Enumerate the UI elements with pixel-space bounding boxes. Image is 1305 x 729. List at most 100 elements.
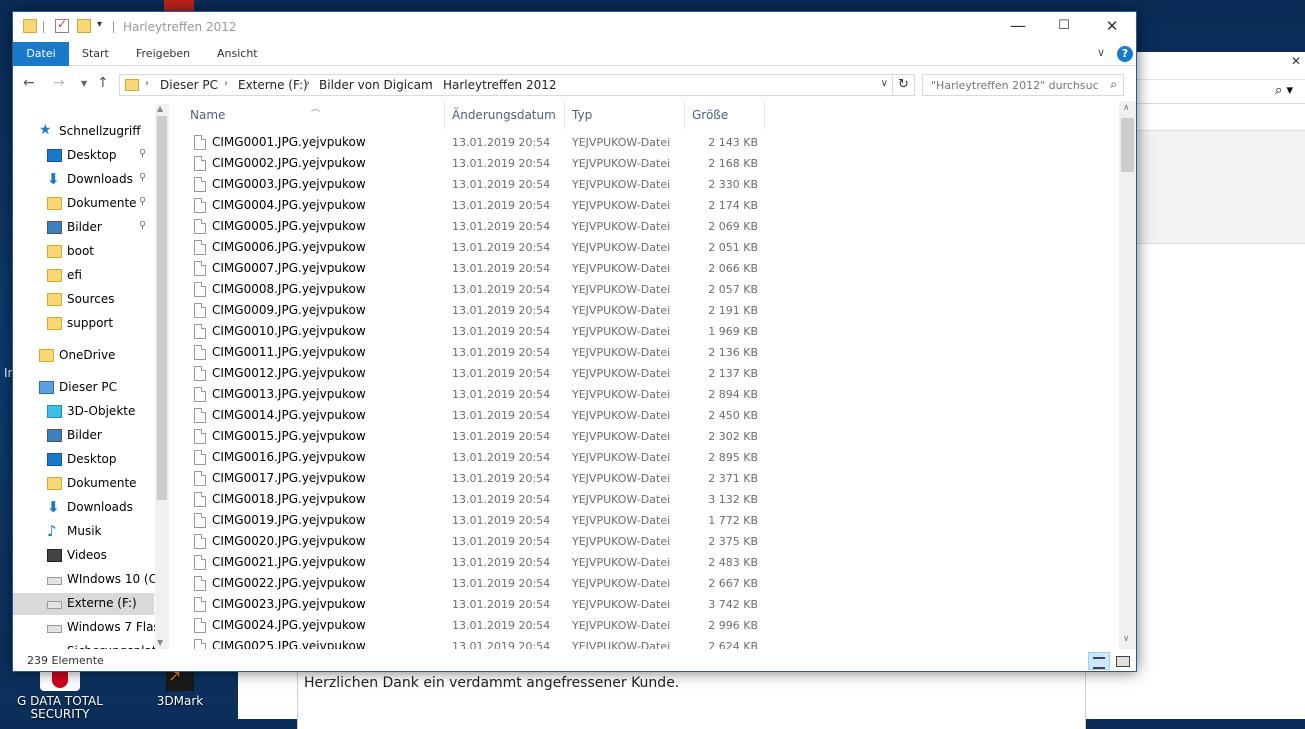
chevron-right-icon[interactable]: ›	[224, 78, 228, 89]
table-row[interactable]: CIMG0019.JPG.yejvpukow 13.01.2019 20:54 YE…	[183, 510, 783, 531]
quick-access-dropdown-icon[interactable]: ▾	[97, 19, 102, 30]
chevron-right-icon[interactable]: ›	[145, 78, 149, 89]
file-name: CIMG0020.JPG.yejvpukow	[212, 534, 366, 548]
close-button[interactable]: ✕	[1089, 12, 1135, 42]
sidebar-item[interactable]: Desktop ⚲	[13, 145, 154, 167]
close-icon[interactable]: ✕	[1291, 54, 1301, 68]
recent-locations-chevron-icon[interactable]: ▼	[81, 79, 87, 88]
search-icon[interactable]: ⌕ ▾	[1275, 83, 1293, 98]
column-header-name[interactable]: Name	[183, 101, 445, 129]
table-row[interactable]: CIMG0022.JPG.yejvpukow 13.01.2019 20:54 YE…	[183, 573, 783, 594]
sidebar-item[interactable]: Videos	[13, 545, 154, 567]
table-row[interactable]: CIMG0010.JPG.yejvpukow 13.01.2019 20:54 YE…	[183, 321, 783, 342]
table-row[interactable]: CIMG0023.JPG.yejvpukow 13.01.2019 20:54 YE…	[183, 594, 783, 615]
scroll-down-icon[interactable]: ∨	[1123, 634, 1130, 644]
column-header-size[interactable]: Größe	[685, 101, 765, 129]
table-row[interactable]: CIMG0009.JPG.yejvpukow 13.01.2019 20:54 YE…	[183, 300, 783, 321]
table-row[interactable]: CIMG0014.JPG.yejvpukow 13.01.2019 20:54 YE…	[183, 405, 783, 426]
search-box[interactable]: ⌕	[922, 74, 1124, 96]
breadcrumb-harleytreffen[interactable]: Harleytreffen 2012	[443, 78, 557, 92]
sidebar-item[interactable]: Dokumente ⚲	[13, 193, 154, 215]
properties-check-icon[interactable]	[55, 17, 69, 33]
help-icon[interactable]: ?	[1117, 46, 1133, 62]
sidebar-item[interactable]: OneDrive	[13, 345, 154, 367]
sidebar-item[interactable]: ⬇ Downloads	[13, 497, 154, 519]
table-row[interactable]: CIMG0007.JPG.yejvpukow 13.01.2019 20:54 YE…	[183, 258, 783, 279]
table-row[interactable]: CIMG0003.JPG.yejvpukow 13.01.2019 20:54 YE…	[183, 174, 783, 195]
table-row[interactable]: CIMG0008.JPG.yejvpukow 13.01.2019 20:54 YE…	[183, 279, 783, 300]
file-list-scrollbar[interactable]	[1119, 101, 1136, 649]
file-date: 13.01.2019 20:54	[452, 325, 551, 338]
breadcrumb-dieser-pc[interactable]: Dieser PC	[160, 78, 218, 92]
table-row[interactable]: CIMG0001.JPG.yejvpukow 13.01.2019 20:54 YE…	[183, 132, 783, 153]
table-row[interactable]: CIMG0004.JPG.yejvpukow 13.01.2019 20:54 YE…	[183, 195, 783, 216]
table-row[interactable]: CIMG0012.JPG.yejvpukow 13.01.2019 20:54 YE…	[183, 363, 783, 384]
table-row[interactable]: CIMG0018.JPG.yejvpukow 13.01.2019 20:54 YE…	[183, 489, 783, 510]
table-row[interactable]: CIMG0011.JPG.yejvpukow 13.01.2019 20:54 YE…	[183, 342, 783, 363]
sidebar-item[interactable]: ⬇ Downloads ⚲	[13, 169, 154, 191]
table-row[interactable]: CIMG0013.JPG.yejvpukow 13.01.2019 20:54 YE…	[183, 384, 783, 405]
sidebar-item[interactable]: Bilder	[13, 425, 154, 447]
desktop-icon-gdata[interactable]: G DATA TOTAL SECURITY	[10, 665, 110, 721]
chevron-down-icon[interactable]: ∨	[881, 78, 888, 89]
maximize-button[interactable]: ☐	[1041, 12, 1087, 42]
table-row[interactable]: CIMG0006.JPG.yejvpukow 13.01.2019 20:54 YE…	[183, 237, 783, 258]
search-input[interactable]	[929, 76, 1101, 94]
sidebar-item[interactable]: Sicherungsplatte	[13, 641, 169, 649]
sidebar-item[interactable]: ♪ Musik	[13, 521, 154, 543]
scroll-up-icon[interactable]: ∧	[1123, 103, 1130, 113]
background-window-searchbar[interactable]: ⌕ ▾	[1136, 80, 1305, 104]
sidebar-item[interactable]: boot	[13, 241, 154, 263]
up-arrow-icon[interactable]: ↑	[97, 75, 109, 91]
sidebar-item[interactable]: Sources	[13, 289, 154, 311]
new-folder-icon[interactable]	[77, 19, 91, 33]
tab-freigeben[interactable]: Freigeben	[124, 42, 202, 66]
sidebar-item-label: Dieser PC	[59, 380, 117, 394]
table-row[interactable]: CIMG0002.JPG.yejvpukow 13.01.2019 20:54 YE…	[183, 153, 783, 174]
sidebar-item[interactable]: 3D-Objekte	[13, 401, 154, 423]
file-size: 2 051 KB	[708, 241, 758, 254]
sidebar-item[interactable]: Windows 7 Flash	[13, 617, 167, 639]
forward-arrow-icon[interactable]: →	[53, 75, 65, 91]
column-header-type[interactable]: Typ	[565, 101, 685, 129]
search-icon[interactable]: ⌕	[1110, 77, 1117, 92]
breadcrumb-bilder-von-digicam[interactable]: Bilder von Digicam	[319, 78, 433, 92]
column-header-date[interactable]: Änderungsdatum	[445, 101, 565, 129]
sidebar-item[interactable]: Externe (F:)	[13, 593, 154, 615]
sidebar-item[interactable]: ★ Schnellzugriff	[13, 121, 154, 143]
chevron-right-icon[interactable]: ›	[429, 78, 433, 89]
sidebar-item[interactable]: Desktop	[13, 449, 154, 471]
navigation-pane-scroll-thumb[interactable]	[157, 116, 167, 500]
minimize-button[interactable]: —	[995, 12, 1041, 42]
scroll-down-icon[interactable]: ▼	[157, 638, 163, 647]
table-row[interactable]: CIMG0020.JPG.yejvpukow 13.01.2019 20:54 YE…	[183, 531, 783, 552]
sidebar-item[interactable]: efi	[13, 265, 154, 287]
table-row[interactable]: CIMG0025.JPG.yejvpukow 13.01.2019 20:54 YE…	[183, 636, 783, 649]
tab-start[interactable]: Start	[70, 42, 121, 66]
chevron-down-icon[interactable]: ∨	[1097, 46, 1105, 59]
refresh-icon[interactable]: ↻	[893, 74, 915, 96]
message-box[interactable]: Herzlichen Dank ein verdammt angefressen…	[297, 669, 1086, 729]
address-bar[interactable]: › Dieser PC › Externe (F:) › Bilder von …	[119, 74, 893, 96]
sidebar-item[interactable]: support	[13, 313, 154, 335]
table-row[interactable]: CIMG0017.JPG.yejvpukow 13.01.2019 20:54 YE…	[183, 468, 783, 489]
chevron-right-icon[interactable]: ›	[306, 78, 310, 89]
file-list-scroll-thumb[interactable]	[1121, 118, 1134, 172]
sidebar-item[interactable]: Bilder ⚲	[13, 217, 154, 239]
sidebar-item[interactable]: WIndows 10 (C:)	[13, 569, 166, 591]
table-row[interactable]: CIMG0024.JPG.yejvpukow 13.01.2019 20:54 YE…	[183, 615, 783, 636]
back-arrow-icon[interactable]: ←	[23, 75, 35, 91]
tab-ansicht[interactable]: Ansicht	[205, 42, 270, 66]
table-row[interactable]: CIMG0005.JPG.yejvpukow 13.01.2019 20:54 YE…	[183, 216, 783, 237]
scroll-up-icon[interactable]: ▲	[157, 104, 163, 113]
table-row[interactable]: CIMG0015.JPG.yejvpukow 13.01.2019 20:54 YE…	[183, 426, 783, 447]
details-view-icon[interactable]	[1088, 652, 1110, 670]
breadcrumb-externe[interactable]: Externe (F:)	[238, 78, 308, 92]
sidebar-item[interactable]: Dokumente	[13, 473, 154, 495]
tab-datei[interactable]: Datei	[13, 42, 69, 66]
table-row[interactable]: CIMG0021.JPG.yejvpukow 13.01.2019 20:54 YE…	[183, 552, 783, 573]
sidebar-item[interactable]: Dieser PC	[13, 377, 154, 399]
title-bar[interactable]: ▾ Harleytreffen 2012 — ☐ ✕	[13, 12, 1136, 42]
table-row[interactable]: CIMG0016.JPG.yejvpukow 13.01.2019 20:54 YE…	[183, 447, 783, 468]
large-icons-view-icon[interactable]	[1112, 652, 1134, 670]
